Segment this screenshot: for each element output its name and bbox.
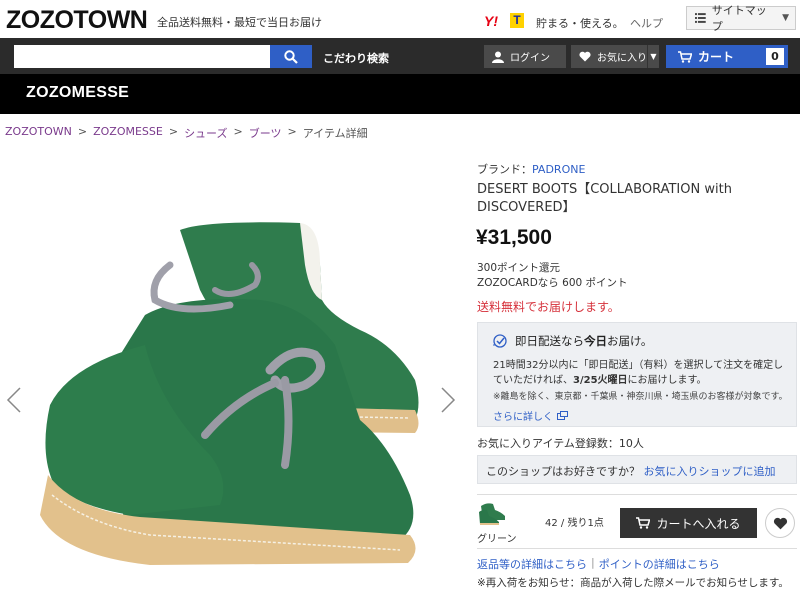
tagline: 全品送料無料・最短で当日お届け bbox=[157, 16, 322, 29]
breadcrumb-separator: > bbox=[168, 125, 179, 138]
cart-label: カート bbox=[698, 50, 735, 64]
cart-icon bbox=[678, 50, 692, 63]
delivery-more-label: さらに詳しく bbox=[493, 412, 553, 423]
top-bar: ZOZOTOWN 全品送料無料・最短で当日お届け Y! T 貯まる・使える。 ヘ… bbox=[0, 0, 800, 38]
chevron-down-icon: ▼ bbox=[782, 13, 789, 23]
login-label: ログイン bbox=[510, 53, 550, 64]
add-favorite-shop-link[interactable]: お気に入りショップに追加 bbox=[644, 465, 776, 478]
add-to-cart-label: カートへ入れる bbox=[656, 516, 741, 531]
delivery-body: 21時間32分以内に「即日配送」（有料）を選択して注文を確定していただければ、3… bbox=[493, 358, 788, 388]
breadcrumb-item-shoes[interactable]: シューズ bbox=[184, 125, 227, 141]
zozotown-logo[interactable]: ZOZOTOWN bbox=[6, 6, 148, 35]
add-to-cart-button[interactable]: カートへ入れる bbox=[620, 508, 757, 538]
advanced-search-link[interactable]: こだわり検索 bbox=[323, 50, 389, 66]
user-icon bbox=[492, 51, 504, 63]
zozocard-points: ZOZOCARDなら 600 ポイント bbox=[477, 277, 628, 289]
heart-icon bbox=[579, 51, 591, 62]
delivery-heading: 即日配送なら今日お届け。 bbox=[493, 333, 652, 349]
search-icon bbox=[284, 49, 298, 64]
breadcrumb-separator: > bbox=[287, 125, 297, 138]
search-input[interactable] bbox=[14, 45, 270, 68]
help-link[interactable]: ヘルプ bbox=[630, 15, 663, 31]
favorite-count: お気に入りアイテム登録数：10人 bbox=[477, 437, 644, 450]
next-image-arrow-icon[interactable] bbox=[440, 386, 456, 414]
policy-links: 返品等の詳細はこちら | ポイントの詳細はこちら bbox=[477, 556, 720, 572]
divider bbox=[477, 548, 797, 549]
favorites-dropdown-icon[interactable]: ▼ bbox=[647, 45, 659, 68]
shop-favorite-box: このショップはお好きですか？ お気に入りショップに追加 bbox=[477, 455, 797, 484]
points-link[interactable]: ポイントの詳細はこちら bbox=[599, 556, 720, 572]
popup-window-icon bbox=[557, 411, 568, 420]
heart-icon bbox=[773, 517, 787, 529]
yahoo-icon: Y! bbox=[484, 13, 498, 29]
section-title[interactable]: ZOZOMESSE bbox=[26, 84, 129, 102]
breadcrumb-separator: > bbox=[77, 125, 88, 138]
sitemap-button[interactable]: サイトマップ ▼ bbox=[686, 4, 796, 33]
delivery-note: ※離島を除く、東京都・千葉県・神奈川県・埼玉県のお客様が対象です。 bbox=[493, 392, 788, 402]
brand-line: ブランド：PADRONE bbox=[477, 161, 585, 177]
cart-button[interactable]: カート 0 bbox=[666, 45, 788, 68]
login-button[interactable]: ログイン bbox=[484, 45, 566, 68]
add-favorite-button[interactable] bbox=[765, 508, 795, 538]
breadcrumb-item-zozomesse[interactable]: ZOZOMESSE bbox=[93, 125, 163, 141]
breadcrumb-item-zozotown[interactable]: ZOZOTOWN bbox=[5, 125, 72, 141]
points-info: 300ポイント還元 ZOZOCARDなら 600 ポイント bbox=[477, 261, 628, 291]
delivery-head-bold: 今日 bbox=[584, 334, 607, 348]
brand-label: ブランド： bbox=[477, 163, 532, 176]
list-icon bbox=[695, 13, 706, 23]
check-badge-icon bbox=[493, 334, 507, 348]
previous-image-arrow-icon[interactable] bbox=[6, 386, 22, 414]
sitemap-label: サイトマップ bbox=[711, 4, 767, 33]
product-image[interactable] bbox=[30, 205, 430, 600]
tpoint-icon: T bbox=[510, 13, 524, 28]
breadcrumb-separator: > bbox=[233, 125, 243, 138]
favorites-label: お気に入り bbox=[597, 53, 647, 64]
returns-link[interactable]: 返品等の詳細はこちら bbox=[477, 556, 587, 572]
product-title: DESERT BOOTS【COLLABORATION with DISCOVER… bbox=[477, 182, 732, 215]
color-label: グリーン bbox=[477, 534, 517, 545]
delivery-date: 3/25火曜日 bbox=[573, 375, 628, 386]
link-separator: | bbox=[591, 556, 595, 569]
free-shipping-text: 送料無料でお届けします。 bbox=[477, 300, 620, 314]
delivery-body-suffix: にお届けします。 bbox=[627, 375, 707, 386]
color-swatch-thumbnail[interactable] bbox=[477, 500, 509, 526]
breadcrumb-item-boots[interactable]: ブーツ bbox=[249, 125, 282, 141]
breadcrumb: ZOZOTOWN > ZOZOMESSE > シューズ > ブーツ > アイテム… bbox=[5, 125, 368, 141]
cart-icon bbox=[636, 517, 651, 529]
tamaru-text[interactable]: 貯まる・使える。 bbox=[536, 15, 624, 31]
divider bbox=[477, 494, 797, 495]
delivery-head-suffix: お届け。 bbox=[607, 334, 653, 348]
product-price: ¥31,500 bbox=[476, 226, 552, 249]
same-day-delivery-box: 即日配送なら今日お届け。 21時間32分以内に「即日配送」（有料）を選択して注文… bbox=[477, 322, 797, 427]
restock-notice: ※再入荷をお知らせ：商品が入荷した際メールでお知らせします。 bbox=[477, 577, 789, 589]
shop-question: このショップはお好きですか？ bbox=[486, 465, 640, 478]
delivery-more-link[interactable]: さらに詳しく bbox=[493, 408, 568, 423]
delivery-head-prefix: 即日配送なら bbox=[515, 334, 584, 348]
size-stock-text: 42 / 残り1点 bbox=[545, 518, 604, 529]
points-earned: 300ポイント還元 bbox=[477, 262, 561, 274]
brand-link[interactable]: PADRONE bbox=[532, 163, 585, 176]
favorites-button[interactable]: お気に入り bbox=[571, 45, 647, 68]
cart-count-badge: 0 bbox=[766, 48, 784, 65]
search-button[interactable] bbox=[270, 45, 312, 68]
breadcrumb-item-current: アイテム詳細 bbox=[302, 127, 368, 140]
